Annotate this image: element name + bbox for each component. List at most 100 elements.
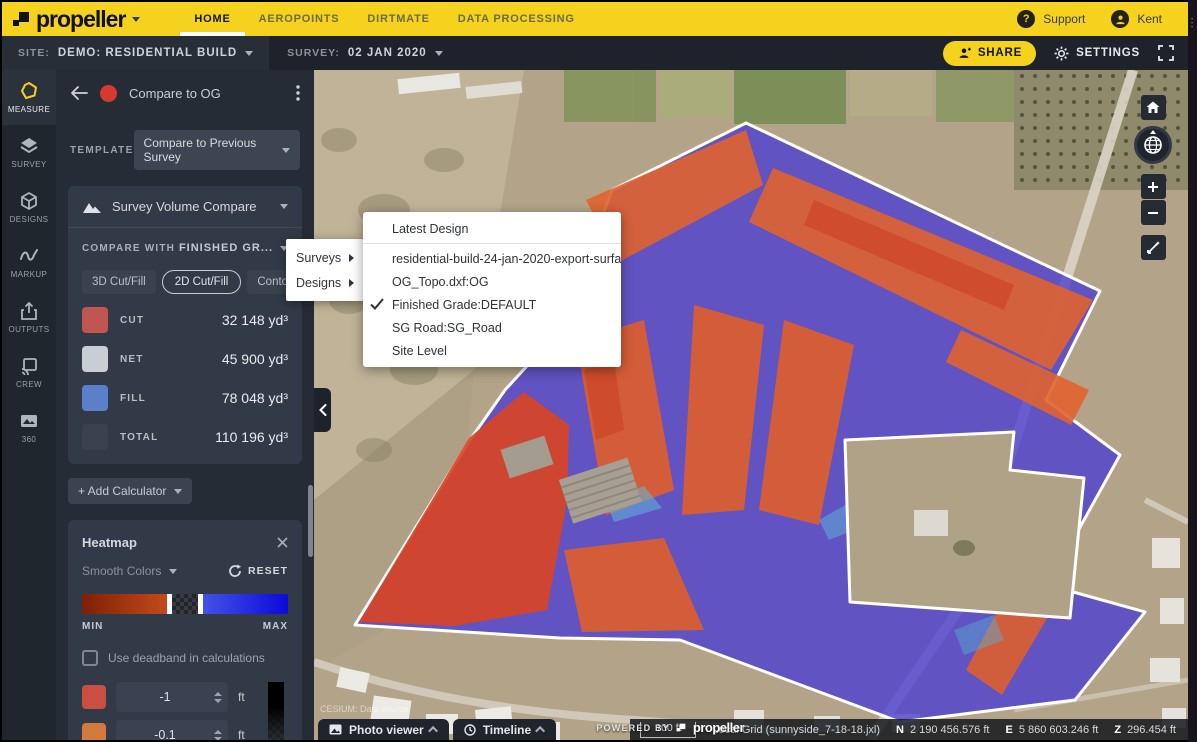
tab-3d-cutfill[interactable]: 3D Cut/Fill — [82, 270, 156, 294]
zoom-out-button[interactable] — [1141, 200, 1166, 225]
support-link[interactable]: ? Support — [1017, 10, 1085, 28]
template-dropdown[interactable]: Compare to Previous Survey — [134, 130, 300, 170]
chevron-up-icon — [428, 726, 438, 736]
submenu-item-finished-grade[interactable]: Finished Grade:DEFAULT — [363, 293, 621, 316]
sidebar-item-outputs[interactable]: OUTPUTS — [2, 290, 56, 345]
propeller-logo[interactable]: propeller — [2, 2, 140, 36]
submenu-item-site-level[interactable]: Site Level — [363, 339, 621, 362]
globe-compass-button[interactable] — [1134, 126, 1172, 164]
threshold-row: ft — [82, 682, 254, 712]
nav-data-processing[interactable]: DATA PROCESSING — [444, 2, 589, 36]
layers-icon — [19, 136, 39, 156]
fullscreen-icon[interactable] — [1158, 45, 1174, 61]
close-icon[interactable] — [277, 537, 288, 548]
panel-collapse-button[interactable] — [314, 388, 331, 432]
stepper-arrows[interactable] — [214, 692, 222, 703]
threshold-input[interactable] — [116, 728, 214, 740]
window-scrollbar[interactable]: ••• — [1188, 0, 1197, 742]
measurement-color-dot[interactable] — [100, 85, 117, 102]
template-caret-icon — [282, 148, 290, 153]
home-view-button[interactable] — [1141, 95, 1166, 120]
survey-selector[interactable]: SURVEY: 02 JAN 2020 — [269, 36, 461, 70]
nav-aeropoints[interactable]: AEROPOINTS — [245, 2, 354, 36]
heatmap-gradient-cut — [82, 594, 167, 614]
stepper-arrows[interactable] — [214, 730, 222, 741]
nav-dirtmate[interactable]: DIRTMATE — [353, 2, 443, 36]
avatar-icon — [1111, 10, 1129, 28]
submenu-item-residential-export[interactable]: residential-build-24-jan-2020-export-sur… — [363, 247, 621, 270]
menu-item-designs[interactable]: Designs — [286, 270, 364, 295]
heatmap-gradient-bar[interactable] — [82, 594, 288, 614]
back-arrow-icon[interactable] — [70, 86, 88, 100]
home-icon — [1146, 101, 1160, 114]
globe-icon — [1142, 134, 1164, 156]
submenu-item-latest-design[interactable]: Latest Design — [363, 217, 621, 240]
logo-caret-icon — [132, 17, 140, 22]
submenu-item-sg-road[interactable]: SG Road:SG_Road — [363, 316, 621, 339]
survey-value: 02 JAN 2020 — [348, 47, 427, 59]
panel-scrollbar[interactable] — [308, 485, 313, 557]
compare-source-menu: Surveys Designs — [286, 239, 364, 301]
plus-icon — [1147, 181, 1159, 193]
tab-2d-cutfill[interactable]: 2D Cut/Fill — [162, 270, 242, 294]
total-row: TOTAL 110 196 yd³ — [82, 424, 288, 450]
submenu-arrow-icon — [349, 279, 354, 287]
easting-coordinate: E5 860 603.246 ft — [1005, 724, 1098, 736]
heatmap-mode-caret-icon — [169, 569, 177, 574]
threshold-swatch — [82, 685, 106, 709]
measure-panel: Compare to OG TEMPLATE Compare to Previo… — [56, 70, 314, 740]
reset-button[interactable]: RESET — [228, 564, 288, 578]
add-calculator-button[interactable]: + Add Calculator — [68, 478, 192, 504]
aerial-imagery — [314, 70, 1188, 740]
site-selector[interactable]: SITE: DEMO: RESIDENTIAL BUILD — [2, 36, 269, 70]
threshold-swatch — [82, 723, 106, 740]
threshold-input[interactable] — [116, 690, 214, 704]
powered-by: POWERED BY propeller — [596, 720, 744, 735]
tool-sidebar: MEASURE SURVEY DESIGNS MARKUP OUTPUTS CR… — [2, 70, 56, 740]
template-label: TEMPLATE — [70, 145, 134, 156]
volume-compare-header[interactable]: Survey Volume Compare — [68, 186, 302, 228]
site-label: SITE: — [18, 47, 50, 59]
help-icon: ? — [1017, 10, 1035, 28]
submenu-item-og-topo[interactable]: OG_Topo.dxf:OG — [363, 270, 621, 293]
zoom-in-button[interactable] — [1141, 174, 1166, 199]
logo-text: propeller — [36, 6, 125, 33]
cut-swatch — [82, 307, 108, 333]
deadband-label: Use deadband in calculations — [108, 651, 265, 665]
panorama-icon — [19, 411, 39, 431]
sidebar-item-360[interactable]: 360 — [2, 400, 56, 455]
site-survey-bar: SITE: DEMO: RESIDENTIAL BUILD SURVEY: 02… — [2, 36, 1188, 70]
heatmap-title: Heatmap — [82, 535, 137, 550]
heatmap-card: Heatmap Smooth Colors RESET — [68, 520, 302, 740]
menu-separator — [363, 243, 621, 244]
top-navigation-bar: propeller HOME AEROPOINTS DIRTMATE DATA … — [2, 2, 1188, 36]
photo-viewer-tab[interactable]: Photo viewer — [318, 719, 449, 740]
opacity-slider[interactable] — [268, 682, 284, 740]
settings-label: SETTINGS — [1076, 47, 1140, 59]
deadband-checkbox[interactable] — [82, 650, 98, 666]
nav-home[interactable]: HOME — [180, 2, 244, 36]
add-calculator-caret-icon — [174, 489, 182, 494]
map-controls — [1134, 95, 1172, 260]
sidebar-item-measure[interactable]: MEASURE — [2, 70, 56, 125]
heatmap-mode-dropdown[interactable]: Smooth Colors — [82, 564, 177, 578]
sidebar-item-crew[interactable]: CREW — [2, 345, 56, 400]
designs-submenu: Latest Design residential-build-24-jan-2… — [363, 212, 621, 367]
menu-item-surveys[interactable]: Surveys — [286, 245, 364, 270]
sidebar-item-designs[interactable]: DESIGNS — [2, 180, 56, 235]
sidebar-item-markup[interactable]: MARKUP — [2, 235, 56, 290]
map-attribution: CESIUM: Data source — [320, 704, 409, 714]
kebab-menu-icon[interactable] — [296, 85, 300, 101]
timeline-tab[interactable]: Timeline — [453, 719, 556, 740]
site-caret-icon — [245, 51, 253, 56]
volume-icon — [82, 200, 102, 214]
compare-with-dropdown[interactable]: FINISHED GR... — [179, 242, 288, 254]
scribble-icon — [19, 246, 39, 266]
sidebar-item-survey[interactable]: SURVEY — [2, 125, 56, 180]
fill-swatch — [82, 385, 108, 411]
map-canvas[interactable]: CESIUM: Data source Photo viewer Timelin… — [314, 70, 1188, 740]
measure-tool-button[interactable] — [1141, 235, 1166, 260]
user-menu[interactable]: Kent — [1111, 10, 1162, 28]
settings-button[interactable]: SETTINGS — [1054, 46, 1140, 61]
share-button[interactable]: SHARE — [943, 41, 1036, 66]
